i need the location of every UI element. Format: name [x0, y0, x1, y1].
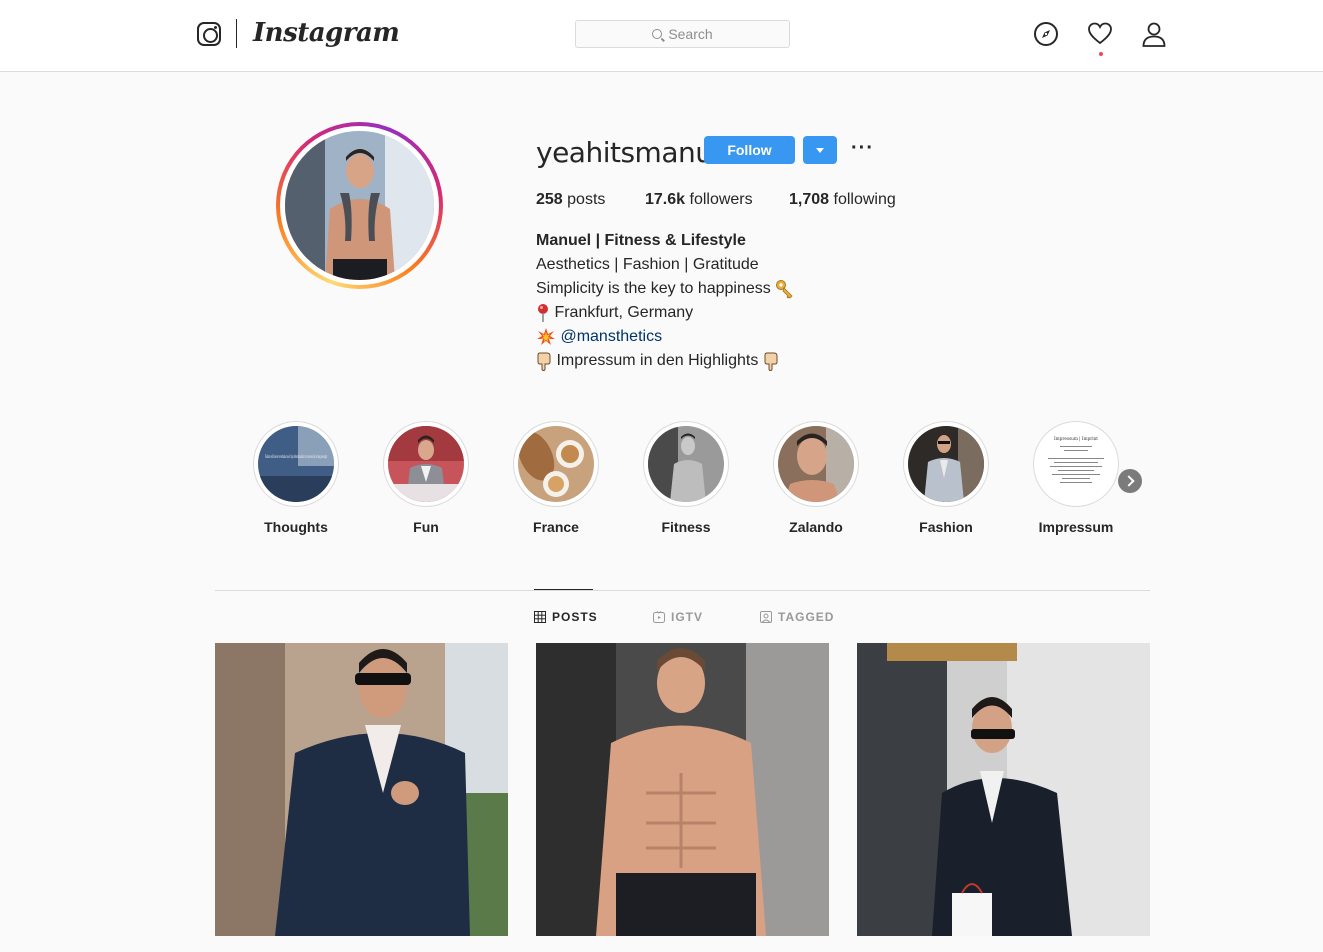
more-options-button[interactable]: ···	[851, 138, 874, 158]
highlight-ring: Impressum | Imprint	[1033, 421, 1119, 507]
posts-count-value: 258	[536, 191, 563, 208]
highlight-fun[interactable]: Fun	[381, 421, 471, 535]
highlight-ring	[383, 421, 469, 507]
compass-icon[interactable]	[1033, 21, 1059, 47]
bio-line-3: Frankfurt, Germany	[536, 301, 693, 325]
post-thumbnail[interactable]	[536, 643, 829, 936]
profile-avatar	[285, 131, 434, 280]
tab-posts-label: POSTS	[552, 610, 598, 624]
tab-tagged[interactable]: TAGGED	[760, 610, 834, 624]
following-link[interactable]: 1,708 following	[789, 189, 896, 211]
highlight-zalando[interactable]: Zalando	[771, 421, 861, 535]
tab-tagged-label: TAGGED	[778, 610, 835, 624]
highlight-thoughts-caption: Failure will never overtake me if my det…	[265, 454, 327, 460]
highlight-cover-impressum: Impressum | Imprint	[1038, 426, 1114, 502]
highlight-label: Zalando	[789, 519, 843, 535]
post-thumbnail[interactable]	[215, 643, 508, 936]
profile-icon[interactable]	[1141, 21, 1167, 47]
post-image-suit-shopping-bag	[857, 643, 1150, 936]
instagram-camera-icon[interactable]	[197, 22, 221, 46]
highlight-ring	[513, 421, 599, 507]
bio-impressum-text: Impressum in den Highlights	[556, 352, 759, 369]
tab-posts[interactable]: POSTS	[534, 610, 598, 624]
collision-emoji-icon	[537, 327, 555, 345]
highlight-cover-france	[518, 426, 594, 502]
followers-count-value: 17.6k	[645, 191, 686, 208]
profile-username: yeahitsmanu	[536, 136, 713, 169]
profile-avatar-story-ring[interactable]	[276, 122, 443, 289]
highlight-fitness[interactable]: Fitness	[641, 421, 731, 535]
chevron-down-icon	[816, 148, 824, 153]
heart-icon[interactable]	[1087, 21, 1113, 47]
following-count-value: 1,708	[789, 191, 830, 208]
tabs-divider	[215, 590, 1150, 591]
highlight-label: Impressum	[1038, 519, 1114, 535]
tab-igtv-label: IGTV	[671, 610, 704, 624]
highlight-impressum[interactable]: Impressum | Imprint Impressum	[1031, 421, 1121, 535]
highlight-impressum-title: Impressum | Imprint	[1054, 436, 1098, 442]
highlights-next-arrow-icon[interactable]	[1118, 469, 1142, 493]
posts-count: 258 posts	[536, 189, 605, 211]
bio-line-2: Simplicity is the key to happiness	[536, 277, 795, 301]
suggested-accounts-dropdown-button[interactable]	[803, 136, 837, 164]
mansthetics-mention-link[interactable]: @mansthetics	[560, 328, 662, 345]
highlight-cover-fitness	[648, 426, 724, 502]
highlight-thoughts[interactable]: Failure will never overtake me if my det…	[251, 421, 341, 535]
bio-line-1: Aesthetics | Fashion | Gratitude	[536, 256, 759, 273]
tab-igtv[interactable]: IGTV	[653, 610, 703, 624]
round-pushpin-emoji-icon	[538, 303, 548, 322]
search-placeholder: Search	[668, 26, 713, 42]
highlight-ring	[643, 421, 729, 507]
posts-count-label: posts	[567, 191, 606, 208]
bio-location: Frankfurt, Germany	[554, 304, 694, 321]
post-image-shirtless	[536, 643, 829, 936]
follow-button[interactable]: Follow	[704, 136, 795, 164]
highlight-label: Fashion	[919, 519, 973, 535]
key-emoji-icon	[776, 279, 793, 299]
search-input[interactable]: Search	[575, 20, 790, 48]
igtv-icon	[653, 611, 665, 623]
post-image-suit-sunglasses	[215, 643, 508, 936]
bio-line-5: Impressum in den Highlights	[536, 349, 779, 373]
highlight-ring	[903, 421, 989, 507]
highlight-cover-fun	[388, 426, 464, 502]
active-tab-indicator	[534, 589, 593, 590]
followers-count-label: followers	[689, 191, 753, 208]
logo-divider	[236, 19, 237, 48]
notification-dot	[1099, 52, 1103, 56]
followers-link[interactable]: 17.6k followers	[645, 189, 753, 211]
highlight-label: France	[533, 519, 579, 535]
highlight-ring: Failure will never overtake me if my det…	[253, 421, 339, 507]
pointing-down-emoji-icon	[764, 352, 778, 371]
highlight-cover-thoughts: Failure will never overtake me if my det…	[258, 426, 334, 502]
highlight-cover-zalando	[778, 426, 854, 502]
following-count-label: following	[833, 191, 896, 208]
instagram-wordmark[interactable]: Instagram	[253, 16, 400, 50]
highlight-cover-fashion	[908, 426, 984, 502]
grid-icon	[534, 611, 546, 623]
highlight-label: Fun	[413, 519, 439, 535]
highlight-label: Fitness	[661, 519, 711, 535]
highlight-label: Thoughts	[264, 519, 328, 535]
highlight-fashion[interactable]: Fashion	[901, 421, 991, 535]
highlight-ring	[773, 421, 859, 507]
search-icon	[652, 29, 663, 39]
bio-full-name: Manuel | Fitness & Lifestyle	[536, 232, 746, 249]
avatar-inner-border	[280, 126, 439, 285]
highlight-france[interactable]: France	[511, 421, 601, 535]
bio-line-2-text: Simplicity is the key to happiness	[536, 280, 771, 297]
pointing-down-emoji-icon	[537, 352, 551, 371]
post-thumbnail[interactable]	[857, 643, 1150, 936]
top-nav: Instagram Search	[0, 0, 1323, 72]
tagged-icon	[760, 611, 772, 623]
bio-line-4: @mansthetics	[536, 325, 662, 349]
